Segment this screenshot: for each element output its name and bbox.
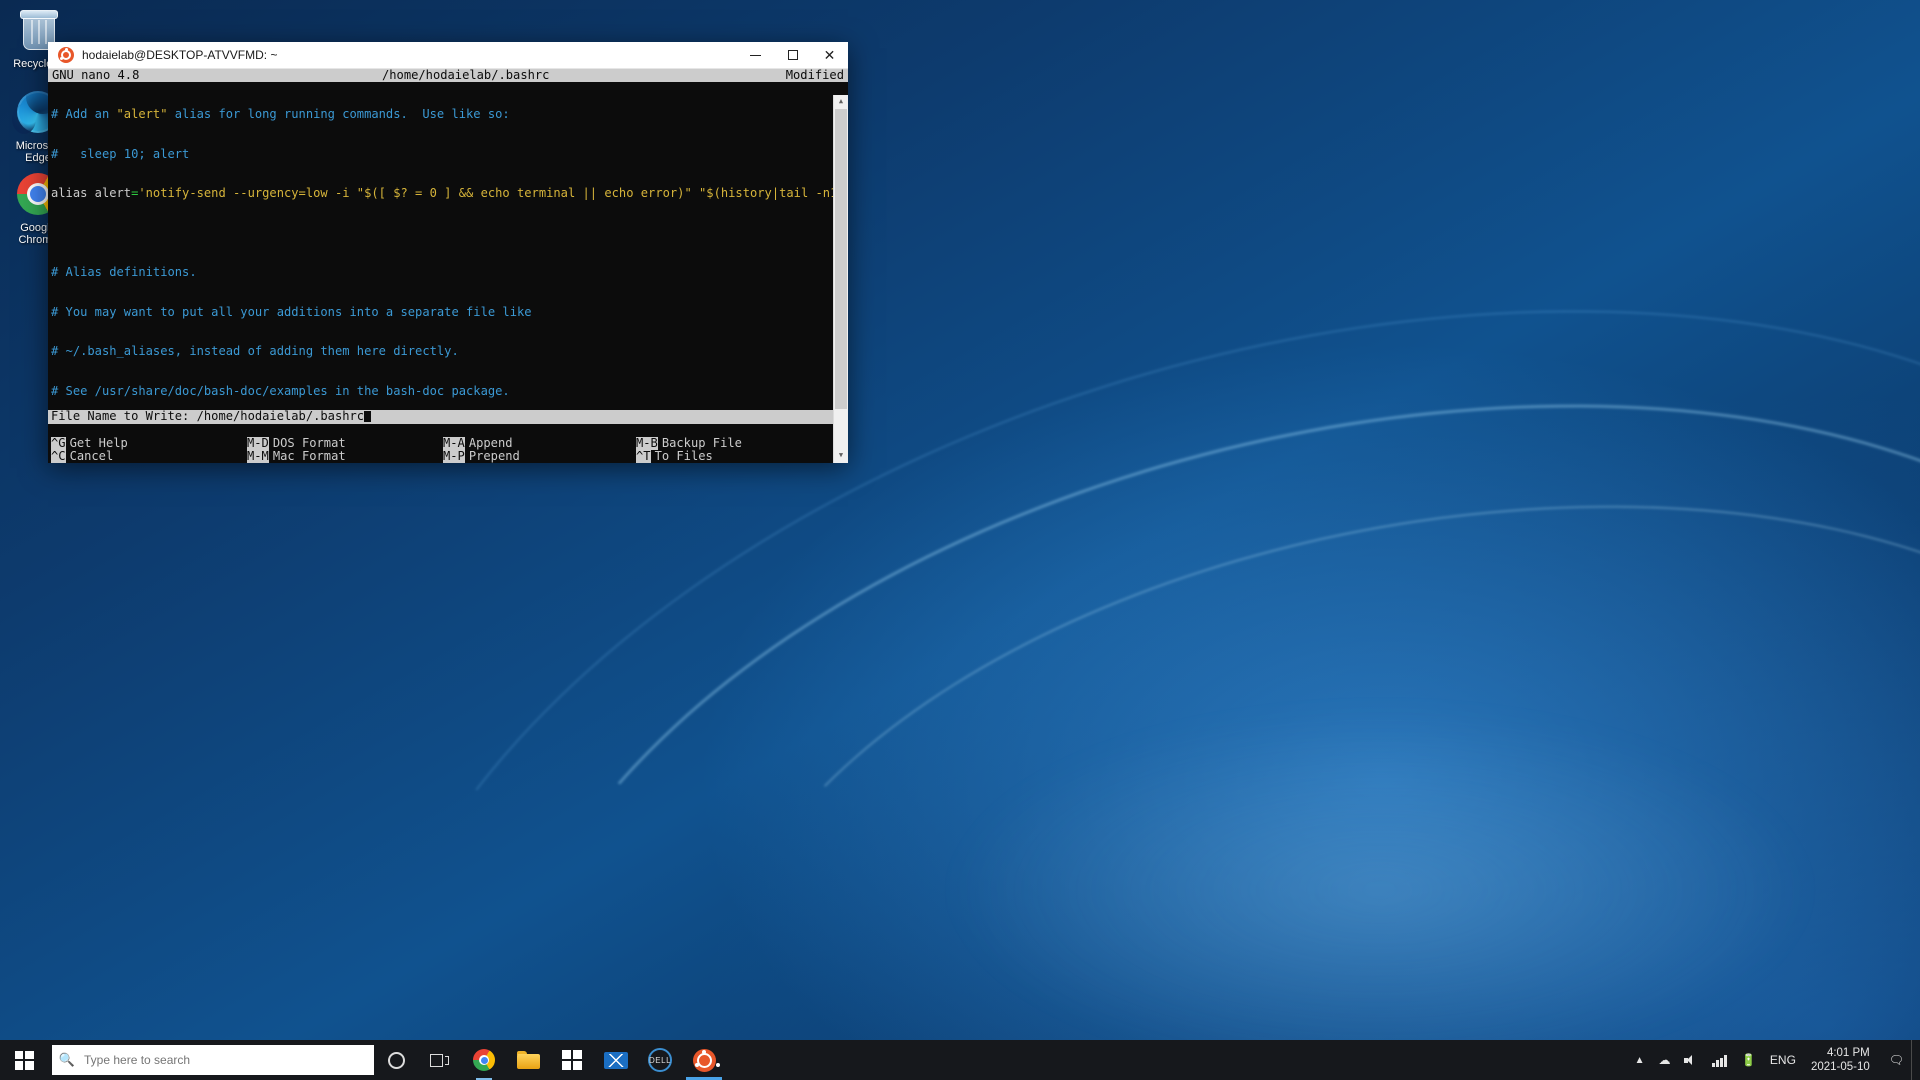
code-line: # Alias definitions. — [51, 266, 197, 280]
shortcut-cancel[interactable]: ^C Cancel — [48, 448, 247, 463]
search-input[interactable] — [82, 1052, 374, 1068]
dell-icon: DELL — [648, 1048, 672, 1072]
terminal-scrollbar[interactable]: ▲ ▼ — [833, 95, 848, 463]
nano-status-text: File Name to Write: /home/hodaielab/.bas… — [51, 409, 365, 424]
shortcut-label: Mac Format — [272, 448, 346, 463]
shortcut-label: To Files — [654, 448, 713, 463]
shortcut-mac-format[interactable]: M-M Mac Format — [247, 448, 443, 463]
onedrive-icon[interactable]: ☁ — [1651, 1040, 1677, 1080]
shortcut-label: Append — [468, 435, 513, 450]
show-desktop-button[interactable] — [1911, 1040, 1920, 1080]
google-chrome-button[interactable] — [462, 1040, 506, 1080]
windows-logo-icon — [14, 1050, 34, 1070]
shortcut-key: ^C — [51, 448, 66, 463]
terminal-window[interactable]: hodaielab@DESKTOP-ATVVFMD: ~ ✕ GNU nano … — [48, 42, 848, 463]
code-line: # ~/.bash_aliases, instead of adding the… — [51, 345, 459, 359]
window-title-bar[interactable]: hodaielab@DESKTOP-ATVVFMD: ~ ✕ — [48, 42, 848, 69]
wallpaper-arc-2 — [639, 395, 1920, 1080]
shortcut-label: Backup File — [661, 435, 742, 450]
scroll-down-arrow[interactable]: ▼ — [834, 449, 848, 463]
close-button[interactable]: ✕ — [811, 42, 848, 68]
wifi-icon — [1712, 1054, 1727, 1067]
nano-modified-flag: Modified — [785, 69, 844, 82]
shortcut-key: ^G — [51, 435, 66, 450]
cortana-icon — [387, 1051, 405, 1069]
shortcut-append[interactable]: M-A Append — [443, 435, 636, 450]
shortcut-to-files[interactable]: ^T To Files — [636, 448, 836, 463]
wallpaper-glow — [930, 700, 1830, 1080]
language-indicator[interactable]: ENG — [1763, 1040, 1803, 1080]
nano-filename: /home/hodaielab/.bashrc — [382, 69, 550, 82]
task-view-button[interactable] — [418, 1040, 462, 1080]
shortcut-key: M-M — [247, 448, 269, 463]
search-box[interactable]: 🔍 — [52, 1045, 374, 1075]
shortcut-key: M-A — [443, 435, 465, 450]
ubuntu-icon — [692, 1048, 716, 1072]
window-controls: ✕ — [737, 42, 848, 68]
code-line: alias alert='notify-send --urgency=low -… — [51, 187, 848, 200]
clock[interactable]: 4:01 PM 2021-05-10 — [1803, 1046, 1882, 1074]
task-view-icon — [430, 1053, 450, 1068]
shortcut-prepend[interactable]: M-P Prepend — [443, 448, 636, 463]
nano-shortcut-row-2: ^C Cancel M-M Mac Format M-P Prepend ^T To F… — [48, 448, 848, 463]
file-explorer-button[interactable] — [506, 1040, 550, 1080]
shortcut-key: M-B — [636, 435, 658, 450]
clock-date: 2021-05-10 — [1810, 1061, 1870, 1073]
code-line: # See /usr/share/doc/bash-doc/examples i… — [51, 384, 510, 398]
nano-status-prompt[interactable]: File Name to Write: /home/hodaielab/.bas… — [48, 409, 848, 424]
mail-button[interactable] — [594, 1040, 638, 1080]
nano-program-version: GNU nano 4.8 — [52, 69, 140, 82]
folder-icon — [516, 1051, 540, 1069]
nano-shortcut-row-1: ^G Get Help M-D DOS Format M-A Append M-B Ba… — [48, 435, 848, 450]
network-button[interactable] — [1705, 1040, 1734, 1080]
store-icon — [561, 1049, 583, 1071]
shortcut-label: Prepend — [468, 448, 520, 463]
tray-overflow-button[interactable]: ▲ — [1628, 1040, 1652, 1080]
shortcut-label: Get Help — [69, 435, 128, 450]
desktop: Recycle B Microsoft Edge Google Chrome h… — [0, 0, 1920, 1080]
window-title: hodaielab@DESKTOP-ATVVFMD: ~ — [82, 48, 278, 62]
nano-text-area[interactable]: # Add an "alert" alias for long running … — [48, 82, 848, 463]
shortcut-get-help[interactable]: ^G Get Help — [48, 435, 247, 450]
code-line: # You may want to put all your additions… — [51, 305, 532, 319]
system-tray: ▲ ☁ 🔋 ENG 4:01 PM 2021-05-10 🗨 — [1628, 1040, 1920, 1080]
search-icon: 🔍 — [58, 1052, 76, 1067]
ubuntu-terminal-button[interactable] — [682, 1040, 726, 1080]
battery-button[interactable]: 🔋 — [1734, 1040, 1763, 1080]
nano-editor[interactable]: GNU nano 4.8 /home/hodaielab/.bashrc Mod… — [48, 69, 848, 463]
text-cursor — [364, 411, 372, 423]
shortcut-key: M-D — [247, 435, 269, 450]
shortcut-key: M-P — [443, 448, 465, 463]
chrome-icon — [473, 1049, 495, 1071]
speaker-icon — [1684, 1054, 1698, 1067]
nano-shortcut-bar: ^G Get Help M-D DOS Format M-A Append M-B Ba… — [48, 435, 848, 463]
taskbar: 🔍 DELL ▲ ☁ 🔋 ENG 4:01 PM 2021-05-10 🗨 — [0, 1040, 1920, 1080]
microsoft-store-button[interactable] — [550, 1040, 594, 1080]
notification-center-button[interactable]: 🗨 — [1882, 1040, 1911, 1080]
shortcut-label: DOS Format — [272, 435, 346, 450]
maximize-icon — [787, 50, 798, 60]
nano-header-bar: GNU nano 4.8 /home/hodaielab/.bashrc Mod… — [48, 69, 848, 83]
close-icon: ✕ — [823, 47, 836, 63]
mail-icon — [604, 1051, 628, 1069]
minimize-icon — [750, 54, 761, 56]
code-line: # Add an "alert" alias for long running … — [51, 108, 510, 122]
start-button[interactable] — [0, 1040, 48, 1080]
shortcut-dos-format[interactable]: M-D DOS Format — [247, 435, 443, 450]
volume-button[interactable] — [1677, 1040, 1705, 1080]
code-line: # sleep 10; alert — [51, 147, 190, 161]
shortcut-key: ^T — [636, 448, 651, 463]
maximize-button[interactable] — [774, 42, 811, 68]
shortcut-label: Cancel — [69, 448, 114, 463]
scrollbar-thumb[interactable] — [835, 109, 847, 409]
minimize-button[interactable] — [737, 42, 774, 68]
dell-button[interactable]: DELL — [638, 1040, 682, 1080]
cortana-button[interactable] — [374, 1040, 418, 1080]
shortcut-backup-file[interactable]: M-B Backup File — [636, 435, 836, 450]
clock-time: 4:01 PM — [1826, 1047, 1870, 1059]
scroll-up-arrow[interactable]: ▲ — [834, 95, 848, 109]
ubuntu-icon — [58, 47, 74, 63]
